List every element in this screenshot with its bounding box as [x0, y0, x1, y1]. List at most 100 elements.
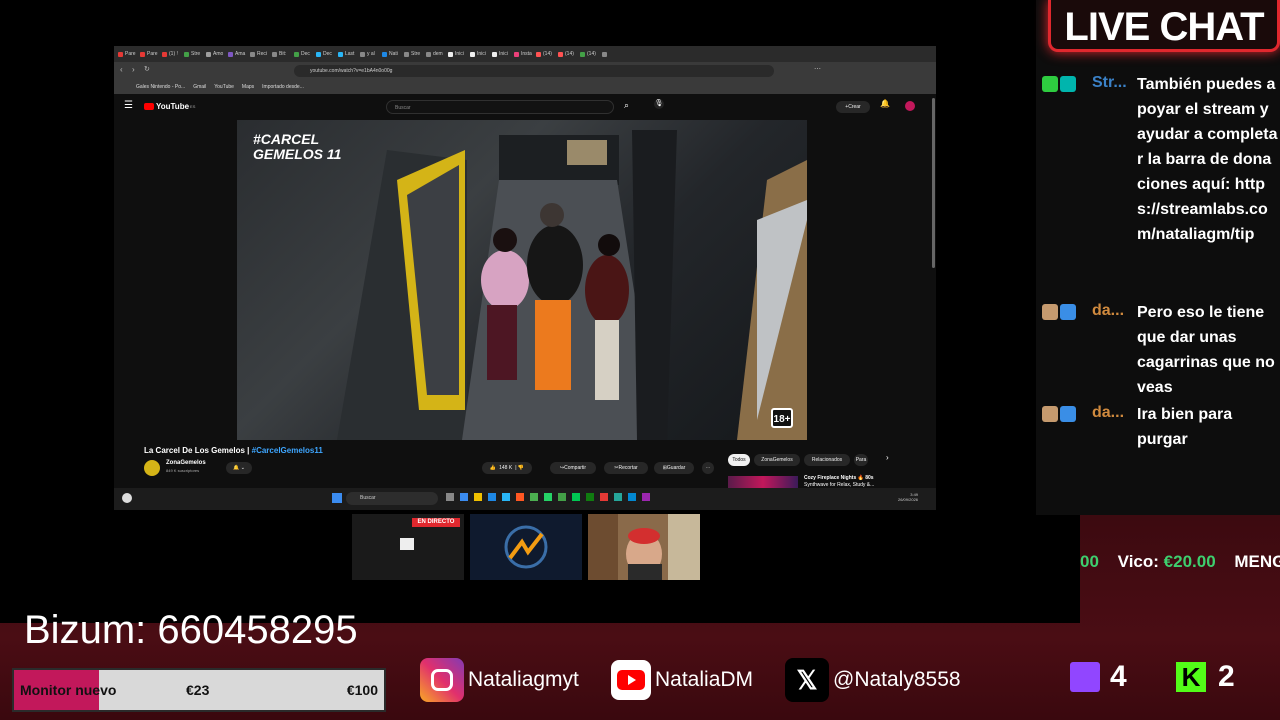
browser-tab[interactable]: Stre: [184, 48, 204, 60]
tab-favicon-icon: [316, 51, 321, 57]
browser-tab[interactable]: Last: [338, 48, 358, 60]
more-icon[interactable]: ⋯: [702, 462, 714, 474]
chip-relacionados[interactable]: Relacionados: [804, 454, 850, 466]
xbox-icon[interactable]: [586, 493, 594, 501]
video-player[interactable]: #CARCEL GEMELOS 11 18+: [237, 120, 807, 440]
like-button[interactable]: 👍 148 K | 👎: [482, 462, 532, 474]
browser-tab[interactable]: (14): [558, 48, 578, 60]
user-avatar-badge-icon: [1042, 406, 1058, 422]
bookmark-item[interactable]: Maps: [242, 84, 254, 90]
tab-label: dem: [433, 51, 443, 57]
tab-favicon-icon: [206, 51, 211, 57]
browser-tab[interactable]: Bit:: [272, 48, 292, 60]
tab-favicon-icon: [360, 51, 365, 57]
chat-username[interactable]: da...: [1092, 404, 1124, 422]
extensions-icon[interactable]: ⋯: [814, 65, 821, 73]
save-button[interactable]: ⊞ Guardar: [654, 462, 694, 474]
browser-tab[interactable]: (14): [580, 48, 600, 60]
browser-tab[interactable]: Inici: [470, 48, 490, 60]
brave-icon[interactable]: [516, 493, 524, 501]
tab-label: (14): [587, 51, 596, 57]
chip-para[interactable]: Para: [854, 454, 868, 466]
tab-label: Amo: [213, 51, 224, 57]
channel-name[interactable]: ZonaGemelos: [166, 460, 206, 466]
edge-icon[interactable]: [502, 493, 510, 501]
search-icon[interactable]: ⌕: [624, 100, 629, 111]
app-icon[interactable]: [446, 493, 454, 501]
app-icon[interactable]: [558, 493, 566, 501]
play-icon[interactable]: [572, 493, 580, 501]
share-button[interactable]: ↪ Compartir: [550, 462, 596, 474]
browser-tab[interactable]: y al: [360, 48, 380, 60]
kick-viewer-count: K 2: [1176, 655, 1235, 699]
browser-tab[interactable]: Ama: [228, 48, 248, 60]
browser-tab[interactable]: Insta: [514, 48, 534, 60]
youtube-logo[interactable]: YouTube ES: [144, 102, 195, 111]
goal-target: €100: [346, 682, 378, 698]
browser-tab[interactable]: Amo: [206, 48, 226, 60]
crown-badge-icon: [1060, 304, 1076, 320]
tab-favicon-icon: [404, 51, 409, 57]
browser-tab[interactable]: Inici: [448, 48, 468, 60]
mic-icon[interactable]: 🎙: [654, 99, 664, 109]
browser-tab[interactable]: Stre: [404, 48, 424, 60]
clip-button[interactable]: ✂ Recortar: [604, 462, 648, 474]
reload-icon[interactable]: ↻: [144, 65, 150, 73]
scrollbar[interactable]: [932, 98, 935, 268]
avatar[interactable]: [905, 101, 915, 111]
recommended-title[interactable]: Cozy Fireplace Nights 🔥 80s: [804, 475, 874, 481]
browser-tab[interactable]: Nati: [382, 48, 402, 60]
instagram-handle: Nataliagmyt: [420, 655, 579, 705]
app-icon[interactable]: [460, 493, 468, 501]
chat-badges: [1042, 406, 1076, 422]
app-icon[interactable]: [488, 493, 496, 501]
chip-zonagemelos[interactable]: ZonaGemelos: [754, 454, 800, 466]
channel-avatar[interactable]: [144, 460, 160, 476]
browser-tab[interactable]: Reci: [250, 48, 270, 60]
bookmark-item[interactable]: YouTube: [214, 84, 234, 90]
bookmark-item[interactable]: Importado desde...: [262, 84, 304, 90]
tab-favicon-icon: [162, 51, 167, 57]
browser-tab[interactable]: dem: [426, 48, 446, 60]
forward-icon[interactable]: ›: [132, 65, 135, 74]
chip-todos[interactable]: Todos: [728, 454, 750, 466]
back-icon[interactable]: ‹: [120, 65, 123, 74]
browser-tab[interactable]: [602, 48, 622, 60]
tab-favicon-icon: [382, 51, 387, 57]
chat-username[interactable]: da...: [1092, 302, 1124, 320]
video-title: La Carcel De Los Gemelos | #CarcelGemelo…: [144, 446, 323, 455]
app-icon[interactable]: [530, 493, 538, 501]
whatsapp-icon[interactable]: [544, 493, 552, 501]
menu-icon[interactable]: ☰: [124, 100, 133, 111]
app-icon[interactable]: [628, 493, 636, 501]
recommended-thumbnail[interactable]: [728, 476, 798, 488]
browser-tab[interactable]: Dec: [316, 48, 336, 60]
hashtag-link[interactable]: #CarcelGemelos11: [252, 446, 323, 455]
taskbar-search[interactable]: Buscar: [346, 492, 438, 505]
app-icon[interactable]: [614, 493, 622, 501]
browser-tab[interactable]: (14): [536, 48, 556, 60]
video-frame: [337, 130, 807, 440]
browser-tab[interactable]: Inici: [492, 48, 512, 60]
chat-username[interactable]: Str...: [1092, 74, 1127, 92]
browser-tab[interactable]: Pare: [118, 48, 138, 60]
taskbar-apps: [446, 493, 650, 501]
browser-tab[interactable]: Dec: [294, 48, 314, 60]
browser-tab[interactable]: Pare: [140, 48, 160, 60]
bookmark-item[interactable]: Gmail: [193, 84, 206, 90]
tab-label: Ama: [235, 51, 246, 57]
windows-start-icon[interactable]: [332, 493, 342, 503]
app-icon[interactable]: [642, 493, 650, 501]
folder-icon[interactable]: [474, 493, 482, 501]
search-input[interactable]: Buscar: [386, 100, 614, 114]
weather-icon[interactable]: [122, 493, 132, 503]
create-button[interactable]: + Crear: [836, 101, 870, 113]
browser-tab[interactable]: (1) !: [162, 48, 182, 60]
chrome-icon[interactable]: [600, 493, 608, 501]
chevron-right-icon[interactable]: ›: [886, 453, 889, 462]
bookmark-item[interactable]: Gales Nintendo - Po...: [136, 84, 185, 90]
notifications-icon[interactable]: 🔔: [880, 99, 890, 108]
subscribe-bell-button[interactable]: 🔔 ⌄: [226, 462, 252, 474]
tab-favicon-icon: [448, 51, 453, 57]
url-field[interactable]: youtube.com/watch?v=e1bA4n0o00g: [294, 65, 774, 77]
